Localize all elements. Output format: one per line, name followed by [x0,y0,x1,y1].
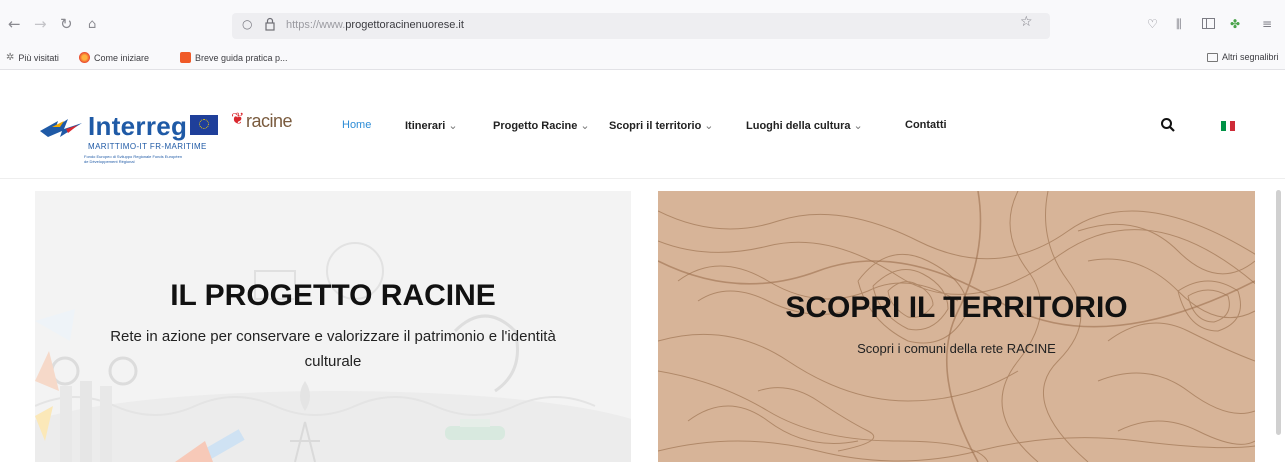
nav-label: Itinerari [405,120,446,132]
browser-toolbar: ← → ↻ ⌂ ○ https://www.progettoracinenuor… [0,0,1285,46]
chevron-down-icon: ⌄ [704,120,714,132]
progetto-racine-panel[interactable]: IL PROGETTO RACINE Rete in azione per co… [35,191,631,462]
italian-flag-icon[interactable] [1221,121,1236,131]
gear-icon: ✲ [6,52,15,63]
racine-leaf-icon: ❦ [231,111,245,128]
office-icon [180,52,191,63]
nav-label: Progetto Racine [493,120,578,132]
sidebar-icon[interactable] [1202,18,1215,29]
scopri-territorio-panel[interactable]: SCOPRI IL TERRITORIO Scopri i comuni del… [658,191,1255,462]
nav-progetto-racine[interactable]: Progetto Racine ⌄ [493,119,590,132]
extension-icon[interactable]: ✤ [1230,18,1240,30]
url-domain: progettoracinenuorese.it [345,19,464,31]
chevron-down-icon: ⌄ [853,120,863,132]
folder-icon [1207,52,1218,62]
chevron-down-icon: ⌄ [448,120,458,132]
nav-contatti[interactable]: Contatti [905,119,947,131]
back-icon[interactable]: ← [8,17,21,32]
chevron-down-icon: ⌄ [580,120,590,132]
url-text[interactable]: https://www.progettoracinenuorese.it [286,19,464,31]
site-header: Interreg MARITTIMO-IT FR-MARITIME Fondo … [0,71,1285,179]
bookmark-label: Come iniziare [94,52,150,63]
shield-icon[interactable]: ○ [242,18,252,30]
bookmark-label: Breve guida pratica p... [195,52,288,63]
url-prefix: https://www. [286,19,346,31]
nav-label: Contatti [905,119,947,131]
bookmark-quick-guide[interactable]: Breve guida pratica p... [180,52,288,63]
lock-icon[interactable] [264,17,276,31]
racine-logo[interactable]: racine [246,111,293,132]
nav-label: Home [342,119,372,131]
panel-title: IL PROGETTO RACINE [170,279,496,312]
library-icon[interactable]: ⫼ [1176,18,1182,30]
nav-label: Luoghi della cultura [746,120,851,132]
bookmark-label: Più visitati [18,52,59,63]
nav-home[interactable]: Home [342,119,371,131]
menu-icon[interactable]: ≡ [1262,18,1272,30]
firefox-icon [79,52,90,63]
panel-title: SCOPRI IL TERRITORIO [785,291,1128,324]
page-scrollbar[interactable] [1276,190,1281,435]
search-icon[interactable] [1160,117,1176,133]
star-icon[interactable]: ☆ [1020,15,1033,29]
nav-itinerari[interactable]: Itinerari ⌄ [405,119,458,132]
nav-scopri-territorio[interactable]: Scopri il territorio ⌄ [609,119,714,132]
other-bookmarks-label: Altri segnalibri [1222,52,1279,62]
eu-flag-icon [190,115,218,135]
bookmark-getting-started[interactable]: Come iniziare [79,52,149,63]
panel-subtitle-line1: Rete in azione per conservare e valorizz… [110,328,556,345]
nav-luoghi-cultura[interactable]: Luoghi della cultura ⌄ [746,119,863,132]
reload-icon[interactable]: ↻ [60,17,73,32]
pocket-icon[interactable]: ♡ [1147,18,1158,30]
topographic-map-background [658,191,1255,462]
bookmark-most-visited[interactable]: ✲ Più visitati [6,52,59,63]
nav-label: Scopri il territorio [609,120,702,132]
interreg-logo-icon[interactable] [38,115,86,141]
other-bookmarks[interactable]: Altri segnalibri [1207,52,1279,62]
forward-icon[interactable]: → [34,17,47,32]
panel-subtitle: Scopri i comuni della rete RACINE [857,341,1056,356]
panel-subtitle-line2: culturale [304,353,362,370]
bookmarks-bar: ✲ Più visitati Come iniziare Breve guida… [0,46,1285,70]
logo-subtitle: MARITTIMO-IT FR-MARITIME [88,142,207,151]
logo-tiny-text: Fondo Europeo di Sviluppo Regionale Fond… [84,154,183,164]
logo-text[interactable]: Interreg [88,111,187,142]
illustration-background [35,191,631,462]
home-icon[interactable]: ⌂ [88,17,96,32]
